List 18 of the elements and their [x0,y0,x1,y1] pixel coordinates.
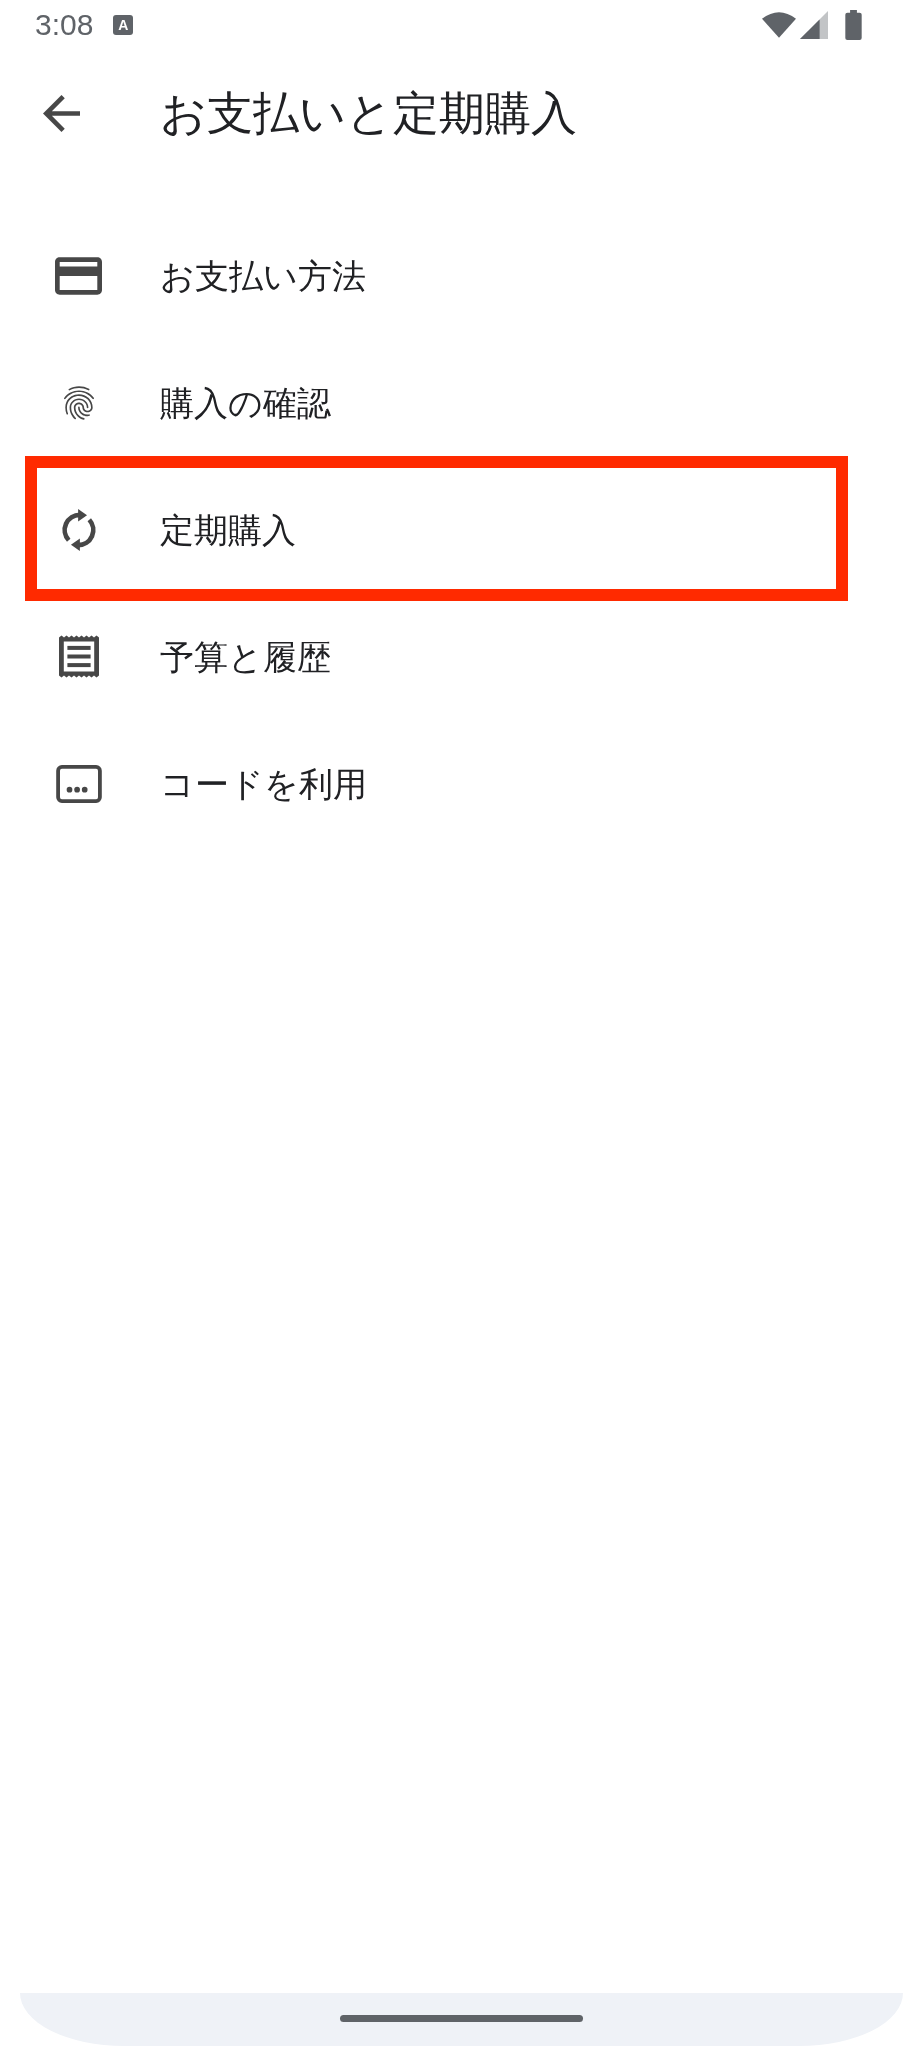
battery-icon [845,10,862,40]
signal-icon [800,11,828,39]
back-button[interactable] [43,94,80,132]
credit-card-icon [55,256,102,295]
receipt-icon [58,635,99,678]
menu-item[interactable]: 予算と履歴 [0,593,909,720]
page-title: お支払いと定期購入 [160,90,577,136]
back-arrow-icon [43,94,80,132]
menu-item[interactable]: 購入の確認 [0,339,909,466]
menu-item[interactable]: コードを利用 [0,720,909,847]
fingerprint-icon [61,385,96,420]
menu-item[interactable]: お支払い方法 [0,212,909,339]
wifi-icon [762,12,796,38]
home-handle[interactable] [340,2015,583,2022]
notification-icon: A [113,15,134,35]
code-box-icon [55,764,102,803]
status-time: 3:08 [35,10,94,40]
menu-item[interactable]: 定期購入 [0,466,909,593]
